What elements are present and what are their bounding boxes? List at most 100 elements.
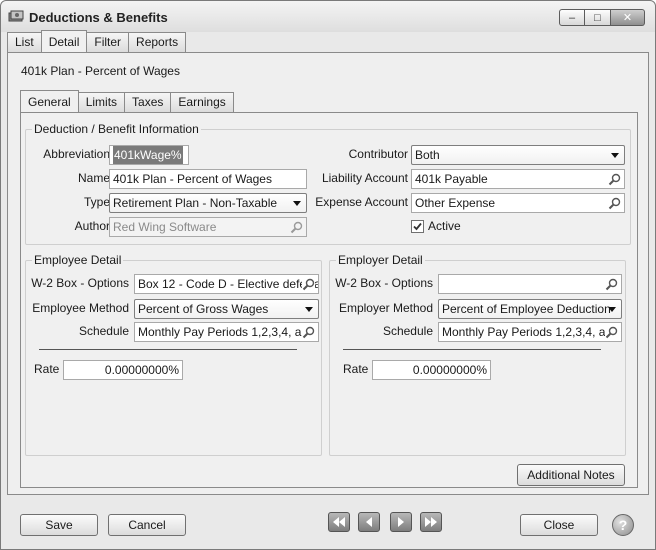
previous-record-icon (366, 517, 372, 527)
name-label: Name (77, 171, 110, 185)
search-icon[interactable] (290, 221, 303, 234)
liability-account-value: 401k Payable (415, 172, 488, 186)
info-group: Deduction / Benefit Information Abbrevia… (25, 122, 631, 245)
close-button[interactable]: Close (520, 514, 598, 536)
liability-account-label: Liability Account (321, 171, 408, 185)
tab-list[interactable]: List (7, 32, 42, 52)
first-record-icon (333, 517, 345, 527)
employer-rate-value: 0.00000000% (412, 363, 487, 377)
chevron-down-icon (305, 307, 313, 312)
expense-account-field[interactable]: Other Expense (411, 193, 625, 213)
close-window-button[interactable]: ✕ (611, 9, 645, 26)
search-icon[interactable] (608, 173, 621, 186)
first-record-button[interactable] (328, 512, 350, 532)
employer-method-value: Percent of Employee Deduction (442, 302, 611, 316)
contributor-value: Both (415, 148, 440, 162)
maximize-icon: □ (594, 11, 601, 24)
employee-schedule-field[interactable]: Monthly Pay Periods 1,2,3,4, and 5 (134, 322, 319, 342)
employer-schedule-value: Monthly Pay Periods 1,2,3,4, and 5 (442, 325, 622, 339)
info-group-title: Deduction / Benefit Information (32, 122, 201, 136)
cancel-button[interactable]: Cancel (108, 514, 186, 536)
employer-schedule-field[interactable]: Monthly Pay Periods 1,2,3,4, and 5 (438, 322, 622, 342)
tab-reports[interactable]: Reports (128, 32, 187, 52)
type-value: Retirement Plan - Non-Taxable (113, 196, 278, 210)
last-record-icon (425, 517, 437, 527)
employer-w2-label: W-2 Box - Options (335, 276, 433, 290)
liability-account-field[interactable]: 401k Payable (411, 169, 625, 189)
type-select[interactable]: Retirement Plan - Non-Taxable (109, 193, 307, 213)
additional-notes-button[interactable]: Additional Notes (517, 464, 625, 486)
contributor-select[interactable]: Both (411, 145, 625, 165)
tab-taxes[interactable]: Taxes (124, 92, 172, 112)
name-field[interactable]: 401k Plan - Percent of Wages (109, 169, 307, 189)
type-label: Type (83, 195, 110, 209)
search-icon[interactable] (605, 278, 618, 291)
separator (343, 349, 601, 350)
employee-w2-label: W-2 Box - Options (31, 276, 129, 290)
employee-rate-value: 0.00000000% (104, 363, 179, 377)
previous-record-button[interactable] (358, 512, 380, 532)
employer-method-label: Employer Method (338, 301, 433, 315)
close-icon: ✕ (622, 12, 633, 24)
tab-limits[interactable]: Limits (77, 92, 126, 112)
employee-method-select[interactable]: Percent of Gross Wages (134, 299, 319, 319)
tab-detail[interactable]: Detail (40, 30, 88, 52)
next-record-button[interactable] (390, 512, 412, 532)
employer-schedule-label: Schedule (382, 324, 433, 338)
abbreviation-value: 401kWage% (113, 146, 183, 164)
author-field: Red Wing Software (109, 217, 307, 237)
search-icon[interactable] (608, 197, 621, 210)
expense-account-value: Other Expense (415, 196, 496, 210)
employee-method-label: Employee Method (32, 301, 129, 315)
window-controls: – □ ✕ (559, 9, 645, 26)
deductions-benefits-window: Deductions & Benefits – □ ✕ List Detail … (0, 0, 656, 550)
general-panel: Deduction / Benefit Information Abbrevia… (20, 112, 638, 488)
search-icon[interactable] (605, 326, 618, 339)
checkmark-icon (413, 222, 422, 231)
tab-filter[interactable]: Filter (86, 32, 130, 52)
window-title: Deductions & Benefits (29, 10, 168, 25)
employee-w2-value: Box 12 - Code D - Elective deferrals (138, 277, 319, 291)
employee-method-value: Percent of Gross Wages (138, 302, 269, 316)
chevron-down-icon (608, 307, 616, 312)
employee-schedule-value: Monthly Pay Periods 1,2,3,4, and 5 (138, 325, 319, 339)
help-icon[interactable]: ? (612, 514, 634, 536)
employer-rate-label: Rate (343, 362, 369, 376)
minimize-button[interactable]: – (559, 9, 585, 26)
top-tabstrip: List Detail Filter Reports (7, 30, 187, 53)
chevron-down-icon (611, 153, 619, 158)
minimize-icon: – (568, 11, 576, 24)
employee-rate-label: Rate (34, 362, 60, 376)
expense-account-label: Expense Account (315, 195, 408, 209)
tab-earnings[interactable]: Earnings (170, 92, 234, 112)
employee-rate-field[interactable]: 0.00000000% (63, 360, 183, 380)
contributor-label: Contributor (348, 147, 408, 161)
employer-w2-field[interactable] (438, 274, 622, 294)
employee-detail-group: Employee Detail W-2 Box - Options Box 12… (25, 253, 322, 456)
author-label: Author (74, 219, 110, 233)
abbreviation-field[interactable]: 401kWage% (109, 145, 189, 165)
chevron-down-icon (293, 201, 301, 206)
money-icon (8, 10, 24, 22)
employee-schedule-label: Schedule (78, 324, 129, 338)
abbreviation-label: Abbreviation (43, 147, 110, 161)
name-value: 401k Plan - Percent of Wages (113, 172, 272, 186)
search-icon[interactable] (302, 278, 315, 291)
employer-detail-title: Employer Detail (336, 253, 425, 267)
save-button[interactable]: Save (20, 514, 98, 536)
detail-panel: 401k Plan - Percent of Wages General Lim… (7, 52, 649, 495)
search-icon[interactable] (302, 326, 315, 339)
last-record-button[interactable] (420, 512, 442, 532)
title-bar: Deductions & Benefits – □ ✕ (1, 1, 655, 32)
author-value: Red Wing Software (113, 220, 217, 234)
active-label: Active (428, 219, 461, 233)
tab-general[interactable]: General (20, 90, 79, 112)
employee-w2-field[interactable]: Box 12 - Code D - Elective deferrals (134, 274, 319, 294)
employee-detail-title: Employee Detail (32, 253, 124, 267)
maximize-button[interactable]: □ (585, 9, 611, 26)
page-title: 401k Plan - Percent of Wages (21, 64, 180, 78)
separator (39, 349, 297, 350)
active-checkbox[interactable] (411, 220, 424, 233)
employer-rate-field[interactable]: 0.00000000% (372, 360, 491, 380)
employer-method-select[interactable]: Percent of Employee Deduction (438, 299, 622, 319)
